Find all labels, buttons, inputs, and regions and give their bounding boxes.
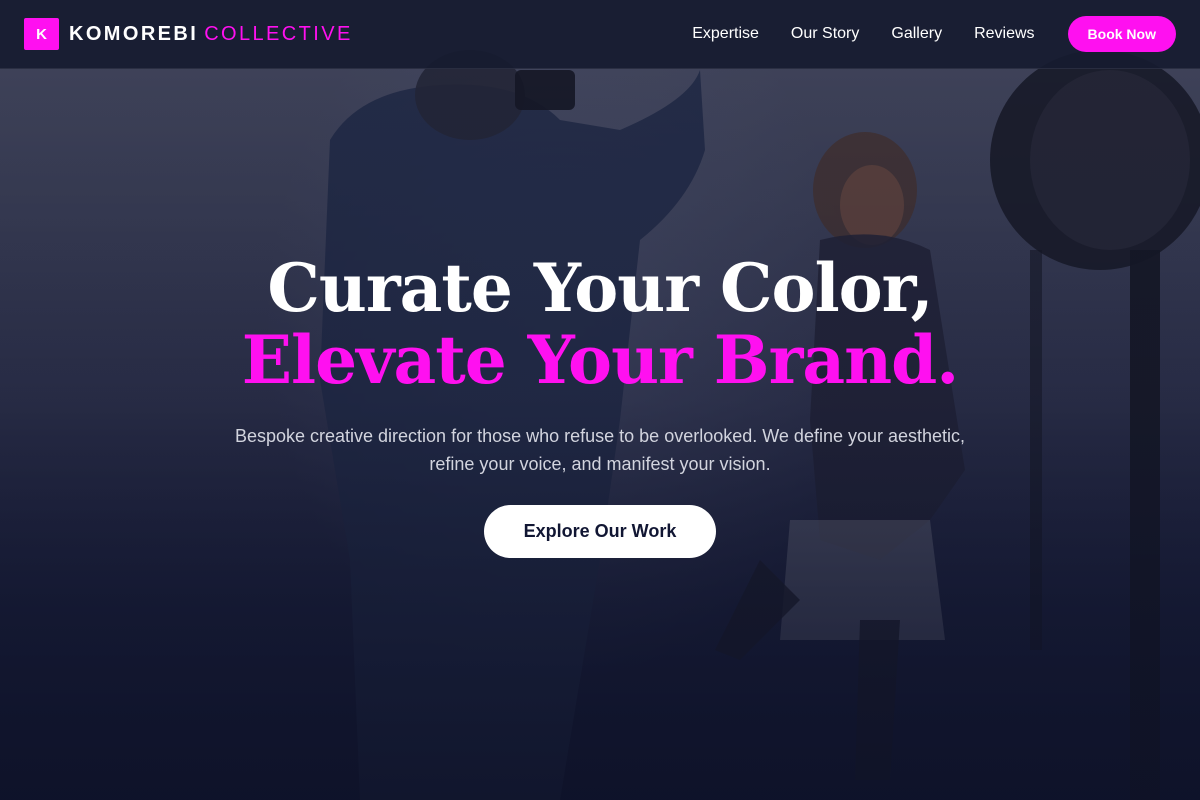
explore-work-button[interactable]: Explore Our Work bbox=[484, 505, 716, 558]
brand-mark-icon: K bbox=[24, 18, 59, 50]
main-nav: Expertise Our Story Gallery Reviews Book… bbox=[660, 16, 1176, 52]
nav-link-gallery[interactable]: Gallery bbox=[891, 25, 942, 43]
nav-link-expertise[interactable]: Expertise bbox=[692, 25, 759, 43]
hero-headline: Curate Your Color, Elevate Your Brand. bbox=[0, 252, 1200, 396]
brand-name-accent: COLLECTIVE bbox=[204, 22, 353, 45]
navbar: K KOMOREBI COLLECTIVE Expertise Our Story… bbox=[0, 0, 1200, 69]
brand-name: KOMOREBI COLLECTIVE bbox=[69, 23, 353, 46]
nav-link-our-story[interactable]: Our Story bbox=[791, 25, 859, 43]
hero-headline-line1: Curate Your Color, bbox=[267, 249, 933, 327]
brand-name-primary: KOMOREBI bbox=[69, 22, 199, 45]
hero-content: Curate Your Color, Elevate Your Brand. B… bbox=[0, 252, 1200, 558]
nav-link-reviews[interactable]: Reviews bbox=[974, 25, 1034, 43]
book-now-button[interactable]: Book Now bbox=[1067, 16, 1176, 52]
hero-headline-line2: Elevate Your Brand. bbox=[241, 321, 960, 399]
hero-subtitle: Bespoke creative direction for those who… bbox=[234, 426, 966, 474]
brand-logo[interactable]: K KOMOREBI COLLECTIVE bbox=[24, 18, 353, 50]
